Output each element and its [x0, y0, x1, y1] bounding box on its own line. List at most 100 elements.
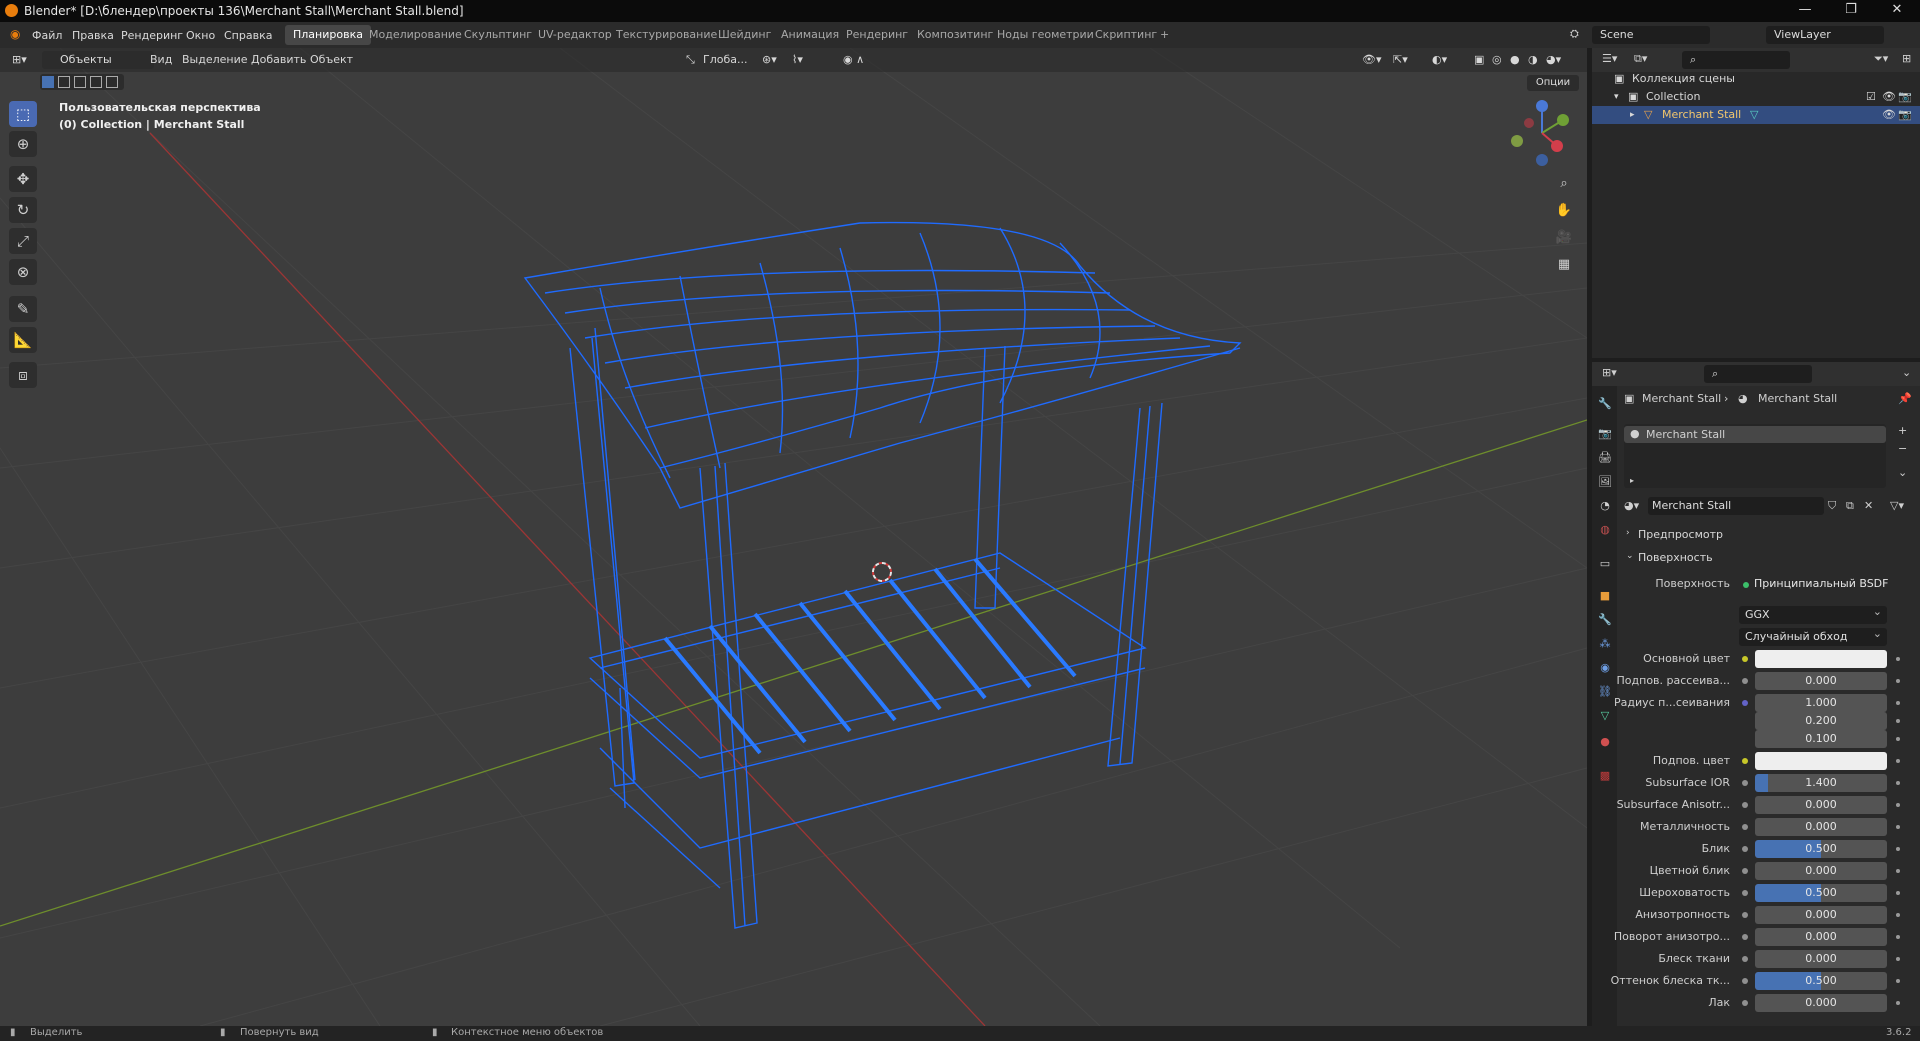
- keyframe-dot-icon[interactable]: [1896, 759, 1900, 763]
- menu-render[interactable]: Рендеринг: [121, 29, 183, 42]
- preview-section[interactable]: Предпросмотр: [1638, 528, 1723, 541]
- menu-window[interactable]: Окно: [186, 29, 215, 42]
- visibility-eye-icon[interactable]: 👁: [1882, 106, 1896, 124]
- snap-icon[interactable]: ⌇▾: [792, 53, 803, 66]
- slot-specials-icon[interactable]: ⌄: [1898, 466, 1907, 479]
- unlink-material-icon[interactable]: ✕: [1864, 499, 1873, 512]
- transform-orientation-selector[interactable]: Глоба...: [703, 53, 747, 66]
- 3d-cursor-icon[interactable]: [872, 562, 892, 582]
- number-field[interactable]: 0.000: [1755, 906, 1887, 924]
- gizmo-toggle-icon[interactable]: ⇱▾: [1393, 53, 1408, 66]
- add-workspace-button[interactable]: +: [1152, 25, 1177, 45]
- material-browse-icon[interactable]: ◕▾: [1624, 499, 1639, 512]
- number-field[interactable]: 0.500: [1755, 884, 1887, 902]
- tab-shading[interactable]: Шейдинг: [710, 25, 779, 45]
- viewport-canvas[interactable]: [0, 48, 1587, 1026]
- input-socket-dot[interactable]: [1742, 912, 1748, 918]
- input-socket-dot[interactable]: [1742, 802, 1748, 808]
- render-camera-icon[interactable]: 📷: [1898, 88, 1912, 106]
- annotate-tool-icon[interactable]: ✎: [9, 296, 37, 322]
- distribution-select[interactable]: GGX: [1739, 603, 1887, 624]
- 3d-viewport[interactable]: [0, 48, 1587, 1026]
- select-mode-buttons[interactable]: [40, 74, 124, 90]
- mode-selector[interactable]: Объекты: [42, 51, 154, 69]
- render-camera-icon[interactable]: 📷: [1898, 106, 1912, 124]
- menu-add[interactable]: Добавить: [251, 53, 306, 66]
- material-tab-icon[interactable]: ●: [1597, 734, 1613, 750]
- tab-compositing[interactable]: Композитинг: [909, 25, 1001, 45]
- new-collection-icon[interactable]: ⊞: [1902, 52, 1911, 65]
- menu-view[interactable]: Вид: [150, 53, 172, 66]
- browse-node-icon[interactable]: ▽▾: [1890, 499, 1904, 512]
- outliner-row-collection[interactable]: ▾ ▣ Collection ☑ 👁 📷: [1592, 88, 1920, 106]
- pan-hand-icon[interactable]: ✋: [1553, 200, 1575, 222]
- select-mode-subtract-icon[interactable]: [74, 76, 86, 88]
- input-socket-dot[interactable]: [1742, 956, 1748, 962]
- visibility-icon[interactable]: 👁▾: [1362, 53, 1382, 66]
- view-layer-tab-icon[interactable]: 🖼: [1597, 474, 1613, 490]
- cursor-tool-icon[interactable]: ⊕: [9, 131, 37, 157]
- surface-arrow-icon[interactable]: ⌄: [1626, 551, 1634, 561]
- data-tab-icon[interactable]: ▽: [1597, 708, 1613, 724]
- keyframe-dot-icon[interactable]: [1896, 979, 1900, 983]
- remove-slot-icon[interactable]: −: [1898, 442, 1907, 455]
- options-chevron-icon[interactable]: ⌄: [1902, 366, 1911, 379]
- material-slot-item[interactable]: ● Merchant Stall: [1624, 426, 1886, 443]
- keyframe-dot-icon[interactable]: [1896, 913, 1900, 917]
- color-swatch[interactable]: [1755, 650, 1887, 668]
- render-tab-icon[interactable]: 📷: [1597, 426, 1613, 442]
- outliner-editor-icon[interactable]: ☰▾: [1602, 52, 1617, 65]
- add-cube-tool-icon[interactable]: ⧈: [9, 362, 37, 388]
- scene-selector[interactable]: Scene: [1592, 26, 1710, 44]
- zoom-icon[interactable]: ⌕: [1553, 173, 1575, 195]
- filter-icon[interactable]: ⏷▾: [1874, 52, 1888, 66]
- tab-texture-paint[interactable]: Текстурирование: [608, 25, 725, 45]
- keyframe-dot-icon[interactable]: [1896, 1001, 1900, 1005]
- scale-tool-icon[interactable]: ⤢: [9, 228, 37, 254]
- tab-layout[interactable]: Планировка: [285, 25, 371, 45]
- collection-tab-icon[interactable]: ▭: [1597, 556, 1613, 572]
- transform-tool-icon[interactable]: ⊗: [9, 259, 37, 285]
- close-button[interactable]: ✕: [1882, 2, 1912, 17]
- surface-section[interactable]: Поверхность: [1638, 551, 1713, 564]
- expand-arrow-icon[interactable]: ▸: [1630, 106, 1635, 124]
- select-mode-intersect-icon[interactable]: [106, 76, 118, 88]
- view-layer-selector[interactable]: ViewLayer: [1766, 26, 1884, 44]
- keyframe-dot-icon[interactable]: [1896, 891, 1900, 895]
- number-field[interactable]: 0.500: [1755, 972, 1887, 990]
- keyframe-dot-icon[interactable]: [1896, 957, 1900, 961]
- select-box-tool-icon[interactable]: ⬚: [9, 101, 37, 127]
- input-socket-dot[interactable]: [1742, 846, 1748, 852]
- material-slots-list[interactable]: ● Merchant Stall ▸: [1624, 424, 1886, 488]
- keyframe-dot-icon[interactable]: [1896, 847, 1900, 851]
- keyframe-dot-icon[interactable]: [1896, 737, 1900, 741]
- tab-animation[interactable]: Анимация: [773, 25, 847, 45]
- subsurface-method-select[interactable]: Случайный обход: [1739, 625, 1887, 646]
- particles-tab-icon[interactable]: ⁂: [1597, 636, 1613, 652]
- mesh-data-icon[interactable]: ▽: [1750, 106, 1758, 124]
- number-field[interactable]: 0.000: [1755, 994, 1887, 1012]
- number-field[interactable]: 1.400: [1755, 774, 1887, 792]
- options-dropdown[interactable]: Опции: [1527, 75, 1579, 91]
- add-slot-icon[interactable]: +: [1898, 424, 1907, 437]
- input-socket-dot[interactable]: [1742, 824, 1748, 830]
- proportional-edit-icon[interactable]: ◉ ∧: [843, 53, 864, 66]
- visibility-eye-icon[interactable]: 👁: [1882, 88, 1896, 106]
- output-tab-icon[interactable]: 🖨: [1597, 450, 1613, 466]
- blender-menu-icon[interactable]: ◉: [10, 27, 20, 41]
- number-field[interactable]: 0.000: [1755, 928, 1887, 946]
- outliner-row-merchant-stall[interactable]: ▸ ▽ Merchant Stall ▽ 👁 📷: [1592, 106, 1920, 124]
- number-field[interactable]: 0.200: [1755, 712, 1887, 730]
- minimize-button[interactable]: —: [1790, 2, 1820, 17]
- color-swatch[interactable]: [1755, 752, 1887, 770]
- xray-toggle-icon[interactable]: ▣: [1474, 53, 1484, 66]
- keyframe-dot-icon[interactable]: [1896, 719, 1900, 723]
- scene-tab-icon[interactable]: ◔: [1597, 498, 1613, 514]
- editor-type-icon[interactable]: ⊞▾: [12, 53, 27, 66]
- number-field[interactable]: 0.500: [1755, 840, 1887, 858]
- number-field[interactable]: 1.000: [1755, 694, 1887, 712]
- shading-solid-icon[interactable]: ●: [1510, 53, 1520, 66]
- number-field[interactable]: 0.000: [1755, 862, 1887, 880]
- outliner-search-input[interactable]: ⌕: [1682, 51, 1790, 69]
- menu-select[interactable]: Выделение: [182, 53, 248, 66]
